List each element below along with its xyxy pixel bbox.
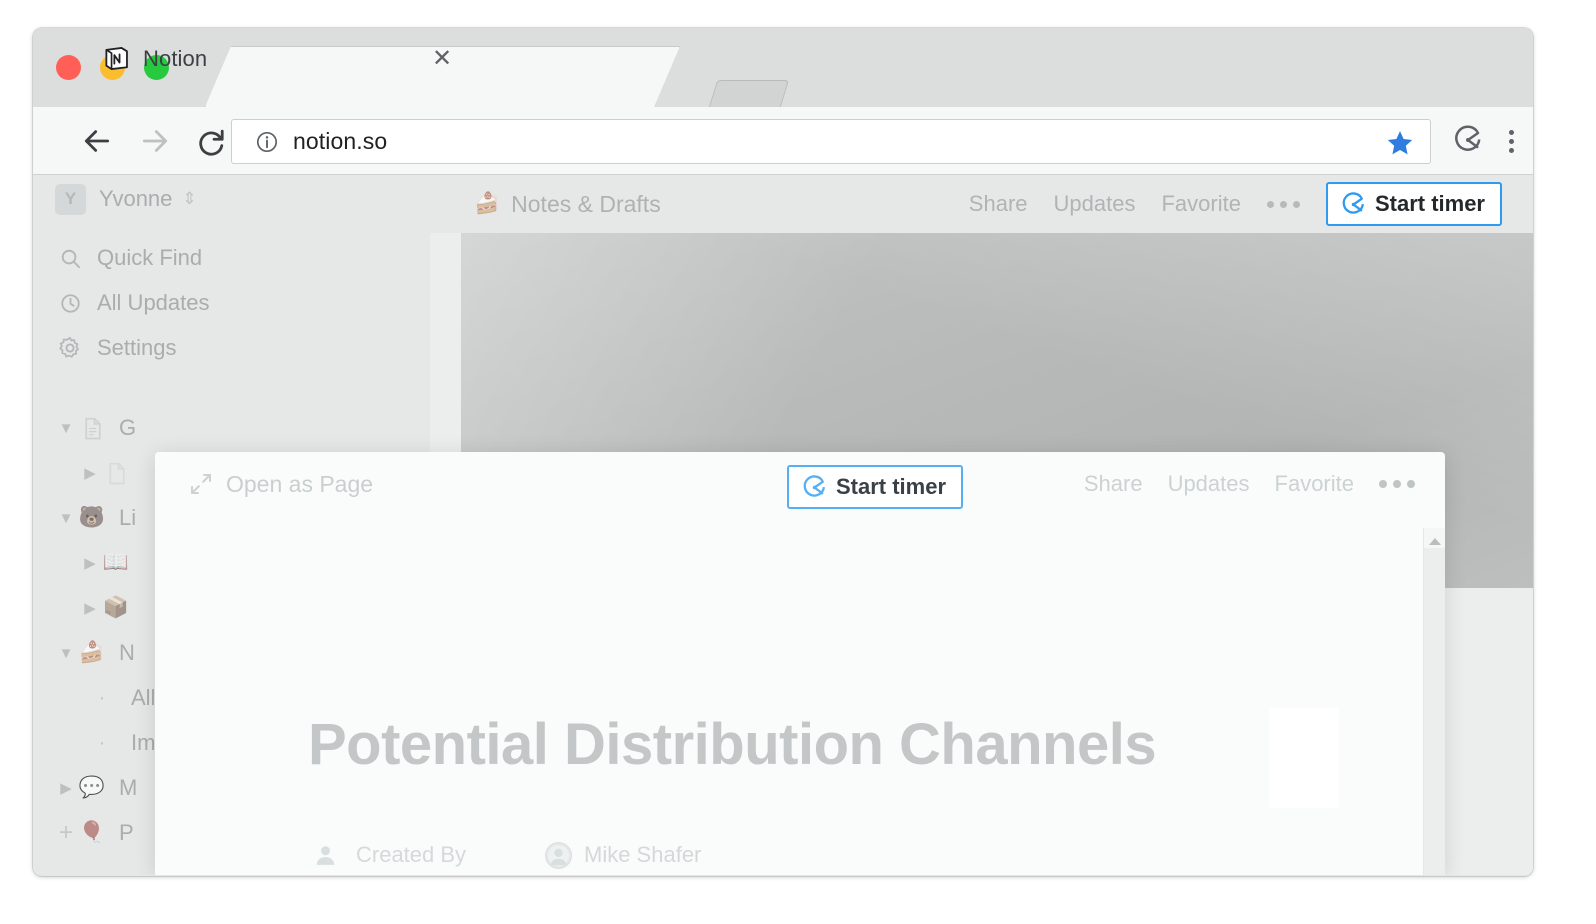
property-label-text: Created By [356, 842, 466, 868]
peek-updates-button[interactable]: Updates [1168, 471, 1250, 497]
sidebar-new-page-label: P [119, 820, 134, 846]
url-text: notion.so [293, 128, 387, 155]
sidebar-tree-label: G [119, 415, 136, 441]
page-peek-modal: Open as Page Start timer Share [155, 452, 1445, 875]
page-icon [77, 413, 107, 443]
blank-image-block [1269, 708, 1339, 808]
peek-favorite-button[interactable]: Favorite [1275, 471, 1354, 497]
sidebar-item-label: All Updates [97, 290, 210, 316]
back-button[interactable] [77, 121, 117, 161]
topbar-actions: Share Updates Favorite Start timer [969, 182, 1533, 226]
cake-emoji-icon: 🍰 [474, 192, 500, 216]
speech-bubble-emoji-icon: 💬 [77, 773, 107, 803]
page-title[interactable]: Potential Distribution Channels [308, 711, 1156, 778]
chevron-right-icon[interactable]: ▶ [79, 554, 101, 572]
chevron-down-icon[interactable]: ▼ [55, 420, 77, 437]
browser-toolbar: notion.so [33, 107, 1533, 175]
peek-start-timer-label: Start timer [836, 474, 946, 500]
timer-clock-icon [802, 475, 827, 500]
person-icon [310, 843, 340, 868]
workspace-name: Yvonne [99, 186, 172, 212]
start-timer-button[interactable]: Start timer [1326, 182, 1502, 226]
breadcrumb[interactable]: 🍰 Notes & Drafts [474, 191, 661, 218]
cake-emoji-icon: 🍰 [77, 638, 107, 668]
address-bar[interactable]: notion.so [231, 119, 1431, 164]
peek-modal-header: Open as Page Start timer Share [155, 452, 1445, 516]
chevron-down-icon[interactable]: ▼ [55, 510, 77, 527]
info-circle-icon[interactable] [255, 130, 279, 154]
start-timer-label: Start timer [1375, 191, 1485, 217]
arrow-right-icon [139, 125, 171, 157]
reload-button[interactable] [191, 121, 231, 161]
peek-start-timer-button[interactable]: Start timer [787, 465, 963, 509]
bear-emoji-icon: 🐻 [77, 503, 107, 533]
balloon-emoji-icon: 🎈 [77, 818, 107, 848]
expand-arrows-icon [189, 472, 213, 496]
peek-share-button[interactable]: Share [1084, 471, 1143, 497]
property-value: Mike Shafer [545, 842, 701, 869]
favorite-button[interactable]: Favorite [1161, 191, 1240, 217]
open-as-page-label: Open as Page [226, 471, 373, 498]
updates-button[interactable]: Updates [1054, 191, 1136, 217]
chevron-right-icon[interactable]: ▶ [79, 464, 101, 482]
sidebar-item-label: Quick Find [97, 245, 202, 271]
sidebar-tree-label: Im [131, 730, 155, 756]
peek-actions: Share Updates Favorite [1084, 471, 1415, 497]
sidebar-item-settings[interactable]: Settings [55, 333, 452, 363]
chevron-down-icon[interactable]: ▼ [55, 645, 77, 662]
close-icon[interactable]: ✕ [429, 46, 455, 72]
box-emoji-icon: 📦 [101, 593, 131, 623]
browser-tab-title: Notion [143, 46, 207, 72]
star-filled-icon[interactable] [1386, 129, 1414, 157]
sidebar-tree-item[interactable]: ▼ G [55, 413, 452, 443]
three-dots-horizontal-icon[interactable] [1379, 480, 1415, 488]
sidebar-tree-label: N [119, 640, 135, 666]
breadcrumb-label: Notes & Drafts [511, 191, 661, 218]
close-window-button[interactable] [56, 55, 81, 80]
forward-button [135, 121, 175, 161]
bullet-icon: · [91, 732, 113, 755]
sidebar-tree-label: Li [119, 505, 136, 531]
three-dots-horizontal-icon[interactable] [1267, 201, 1300, 208]
workspace-switcher[interactable]: Y Yvonne ⇕ [55, 184, 452, 214]
share-button[interactable]: Share [969, 191, 1028, 217]
plus-icon[interactable]: + [55, 819, 77, 847]
gear-icon [55, 333, 85, 363]
property-row-created-by[interactable]: Created By Mike Shafer [310, 838, 701, 872]
page-icon [101, 458, 131, 488]
notion-logo-icon [103, 45, 130, 72]
property-value-text: Mike Shafer [584, 842, 701, 868]
scroll-up-arrow-icon[interactable] [1424, 528, 1445, 548]
search-icon [55, 243, 85, 273]
reload-icon [195, 125, 227, 157]
notion-topbar: 🍰 Notes & Drafts Share Updates Favorite [430, 175, 1533, 233]
clock-icon [55, 288, 85, 318]
timer-clock-icon[interactable] [1453, 125, 1483, 155]
chevron-updown-icon[interactable]: ⇕ [182, 189, 196, 209]
notion-app: Y Yvonne ⇕ Quick Find All Updates [33, 175, 1533, 875]
open-as-page-button[interactable]: Open as Page [189, 471, 373, 498]
browser-window: Notion ✕ notion.so [33, 28, 1533, 876]
sidebar-item-label: Settings [97, 335, 177, 361]
property-label: Created By [310, 842, 545, 868]
bullet-icon: · [91, 687, 113, 710]
sidebar-item-quick-find[interactable]: Quick Find [55, 243, 452, 273]
book-emoji-icon: 📖 [101, 548, 131, 578]
peek-scrollbar[interactable] [1423, 528, 1445, 875]
chevron-right-icon[interactable]: ▶ [55, 779, 77, 797]
sidebar-tree-label: M [119, 775, 137, 801]
workspace-avatar: Y [55, 184, 86, 215]
three-dots-vertical-icon[interactable] [1499, 121, 1523, 161]
sidebar-item-all-updates[interactable]: All Updates [55, 288, 452, 318]
sidebar-tree-label: All [131, 685, 155, 711]
user-avatar [545, 842, 572, 869]
chevron-right-icon[interactable]: ▶ [79, 599, 101, 617]
arrow-left-icon [81, 125, 113, 157]
browser-tab-strip: Notion ✕ [33, 28, 1533, 107]
timer-clock-icon [1341, 192, 1366, 217]
